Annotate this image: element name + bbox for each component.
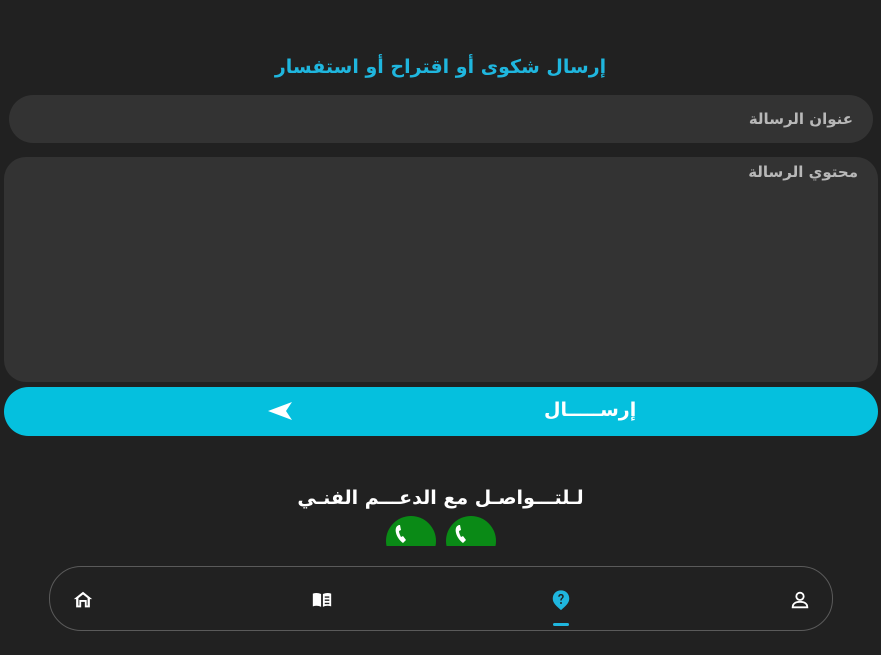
nav-support[interactable] — [548, 587, 574, 613]
nav-home[interactable] — [70, 587, 96, 613]
send-button-label: إرســـــال — [544, 399, 637, 421]
phone-icon — [455, 525, 466, 543]
support-phone-button-1[interactable] — [386, 516, 436, 546]
subject-input[interactable] — [9, 95, 873, 143]
help-icon — [552, 590, 570, 611]
message-content-input[interactable] — [4, 157, 878, 382]
support-phone-button-2[interactable] — [446, 516, 496, 546]
home-icon — [73, 591, 93, 608]
send-button[interactable]: إرســـــال — [4, 387, 878, 436]
nav-library[interactable] — [309, 587, 335, 613]
support-phone-buttons — [380, 516, 504, 546]
support-title: لـلتـــواصـل مع الدعـــم الفنـي — [297, 487, 584, 509]
send-icon — [268, 402, 292, 420]
book-icon — [312, 592, 332, 607]
bottom-navigation — [49, 566, 833, 631]
phone-icon — [395, 525, 406, 543]
page-title: إرسال شكوى أو اقتراح أو استفسار — [274, 56, 607, 78]
profile-icon — [791, 591, 809, 609]
nav-profile[interactable] — [787, 587, 813, 613]
active-tab-indicator — [553, 623, 569, 626]
